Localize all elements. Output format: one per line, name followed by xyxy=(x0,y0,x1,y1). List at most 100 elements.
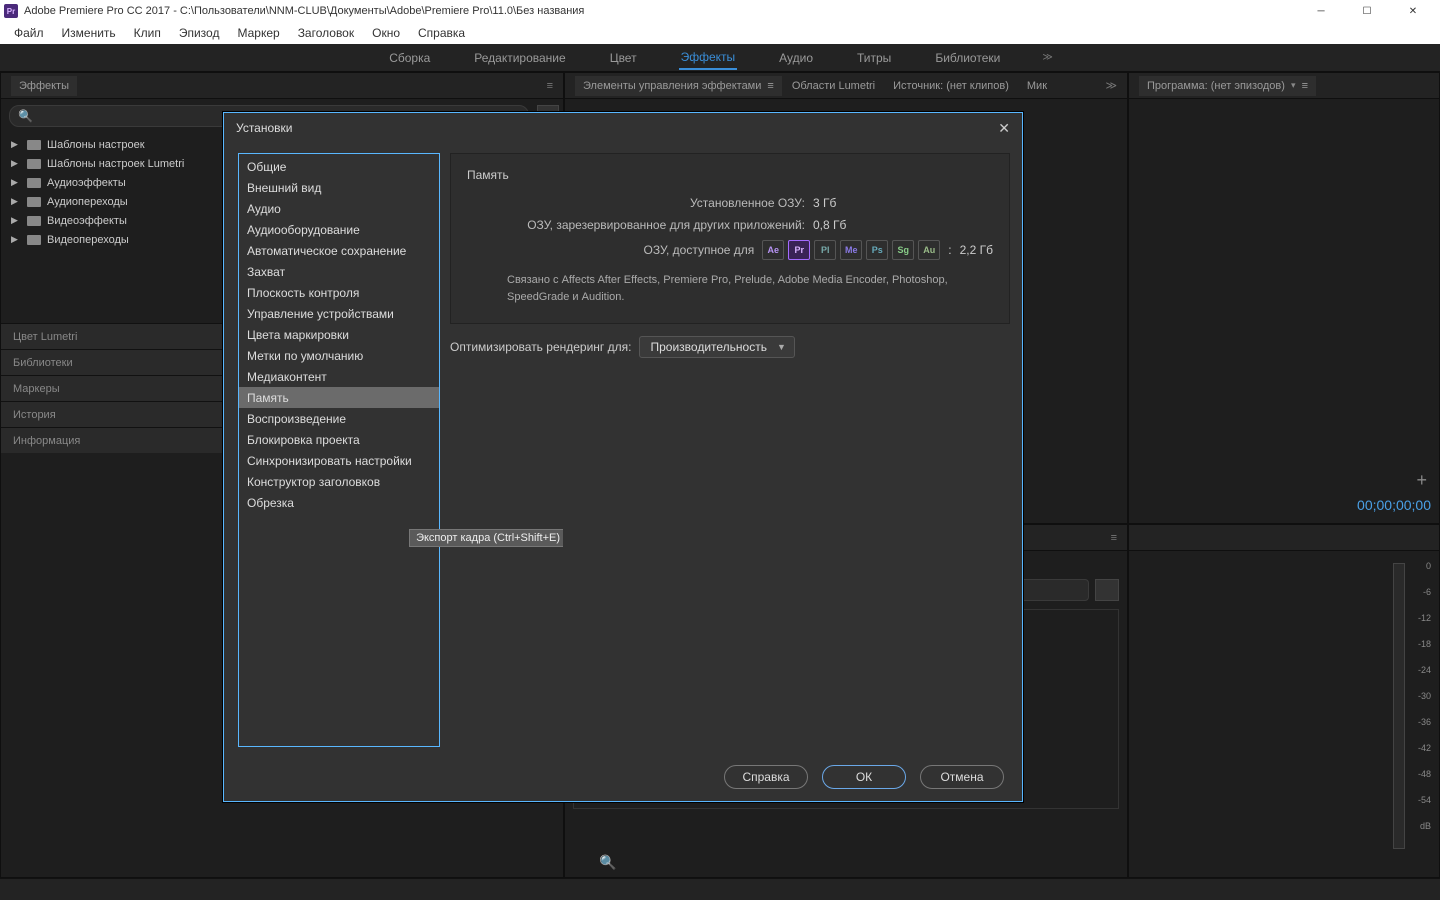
overflow-icon[interactable]: ≫ xyxy=(1105,79,1117,92)
folder-icon xyxy=(27,216,41,226)
app-badge-me: Me xyxy=(840,240,862,260)
folder-icon xyxy=(27,159,41,169)
program-panel: Программа: (нет эпизодов) ▾ ≡ 00;00;00;0… xyxy=(1128,72,1440,524)
workspace-tab[interactable]: Сборка xyxy=(387,47,432,69)
workspace-tab[interactable]: Титры xyxy=(855,47,893,69)
panel-menu-icon[interactable]: ≡ xyxy=(547,80,553,92)
meter-tick: 0 xyxy=(1426,561,1431,571)
pref-category[interactable]: Общие xyxy=(239,156,439,177)
pref-category[interactable]: Аудио xyxy=(239,198,439,219)
pref-category[interactable]: Воспроизведение xyxy=(239,408,439,429)
pref-category[interactable]: Метки по умолчанию xyxy=(239,345,439,366)
pref-category[interactable]: Плоскость контроля xyxy=(239,282,439,303)
installed-ram-value: 3 Гб xyxy=(813,196,993,210)
panel-menu-icon[interactable]: ≡ xyxy=(1111,532,1117,544)
twisty-icon: ▶ xyxy=(11,139,21,150)
twisty-icon: ▶ xyxy=(11,196,21,207)
twisty-icon: ▶ xyxy=(11,234,21,245)
memory-note: Связано с Affects After Effects, Premier… xyxy=(467,268,993,305)
meter-tick: -36 xyxy=(1418,717,1431,727)
source-tab[interactable]: Мик xyxy=(1019,76,1055,96)
close-button[interactable]: ✕ xyxy=(1390,0,1436,22)
zoom-icon[interactable]: 🔍 xyxy=(599,854,616,871)
workspace-tab[interactable]: Аудио xyxy=(777,47,815,69)
cancel-button[interactable]: Отмена xyxy=(920,765,1004,789)
menu-заголовок[interactable]: Заголовок xyxy=(290,24,362,42)
program-tab-label: Программа: (нет эпизодов) xyxy=(1147,80,1285,92)
meter-tick: -12 xyxy=(1418,613,1431,623)
menu-маркер[interactable]: Маркер xyxy=(229,24,287,42)
pref-category[interactable]: Автоматическое сохранение xyxy=(239,240,439,261)
menu-клип[interactable]: Клип xyxy=(126,24,169,42)
optimize-dropdown[interactable]: Производительность ▼ xyxy=(639,336,794,358)
meter-tick: dB xyxy=(1420,821,1431,831)
title-bar: Pr Adobe Premiere Pro CC 2017 - C:\Польз… xyxy=(0,0,1440,22)
chevron-down-icon: ▼ xyxy=(777,342,786,352)
menu-справка[interactable]: Справка xyxy=(410,24,473,42)
pref-category[interactable]: Синхронизировать настройки xyxy=(239,450,439,471)
menu-файл[interactable]: Файл xyxy=(6,24,52,42)
overflow-icon[interactable]: ≫ xyxy=(1042,52,1052,63)
workspace-tab[interactable]: Эффекты xyxy=(679,46,738,70)
tree-label: Шаблоны настроек xyxy=(47,139,145,151)
workspace-tab[interactable]: Редактирование xyxy=(472,47,567,69)
meter-tick: -30 xyxy=(1418,691,1431,701)
app-badge-pr: Pr xyxy=(788,240,810,260)
meter-tick: -18 xyxy=(1418,639,1431,649)
ok-button[interactable]: ОК xyxy=(822,765,906,789)
twisty-icon: ▶ xyxy=(11,215,21,226)
add-button[interactable]: + xyxy=(1416,470,1427,491)
available-ram-label: ОЗУ, доступное для xyxy=(467,243,762,257)
tooltip: Экспорт кадра (Ctrl+Shift+E) xyxy=(409,529,564,547)
workspace-tab[interactable]: Библиотеки xyxy=(933,47,1002,69)
optimize-value: Производительность xyxy=(650,340,766,354)
pref-category[interactable]: Цвета маркировки xyxy=(239,324,439,345)
reserved-ram-label: ОЗУ, зарезервированное для других прилож… xyxy=(467,218,813,232)
group-title: Память xyxy=(467,168,993,182)
minimize-button[interactable]: ─ xyxy=(1298,0,1344,22)
pref-category[interactable]: Аудиооборудование xyxy=(239,219,439,240)
menu-эпизод[interactable]: Эпизод xyxy=(171,24,228,42)
preferences-categories: ОбщиеВнешний видАудиоАудиооборудованиеАв… xyxy=(238,153,440,747)
audio-meter: 0-6-12-18-24-30-36-42-48-54dB xyxy=(1389,555,1417,867)
workspace-tabs: Сборка Редактирование Цвет Эффекты Аудио Титр… xyxy=(0,44,1440,72)
source-panel-tabs: Элементы управления эффектами ≡Области L… xyxy=(565,73,1127,99)
installed-ram-label: Установленное ОЗУ: xyxy=(467,196,813,210)
twisty-icon: ▶ xyxy=(11,177,21,188)
folder-icon xyxy=(27,235,41,245)
pref-category[interactable]: Управление устройствами xyxy=(239,303,439,324)
tree-label: Видеоэффекты xyxy=(47,215,127,227)
pref-category[interactable]: Обрезка xyxy=(239,492,439,513)
meter-tick: -42 xyxy=(1418,743,1431,753)
meter-tick: -6 xyxy=(1423,587,1431,597)
app-icon: Pr xyxy=(4,4,18,18)
maximize-button[interactable]: ☐ xyxy=(1344,0,1390,22)
timeline-panel: 0-6-12-18-24-30-36-42-48-54dB xyxy=(1128,524,1440,878)
program-timecode: 00;00;00;00 xyxy=(1357,497,1431,513)
reserved-ram-value[interactable]: 0,8 xyxy=(813,218,830,232)
dialog-close-button[interactable]: ✕ xyxy=(998,120,1010,137)
app-badge-ps: Ps xyxy=(866,240,888,260)
pref-category[interactable]: Конструктор заголовков xyxy=(239,471,439,492)
project-filter-button[interactable] xyxy=(1095,579,1119,601)
optimize-label: Оптимизировать рендеринг для: xyxy=(450,340,631,354)
workspace-tab[interactable]: Цвет xyxy=(608,47,639,69)
source-tab[interactable]: Области Lumetri xyxy=(784,76,883,96)
pref-category[interactable]: Блокировка проекта xyxy=(239,429,439,450)
source-tab[interactable]: Источник: (нет клипов) xyxy=(885,76,1017,96)
tree-label: Аудиопереходы xyxy=(47,196,128,208)
pref-category[interactable]: Захват xyxy=(239,261,439,282)
preferences-dialog: Установки ✕ ОбщиеВнешний видАудиоАудиооб… xyxy=(223,112,1023,802)
source-tab[interactable]: Элементы управления эффектами ≡ xyxy=(575,76,782,96)
menu-изменить[interactable]: Изменить xyxy=(54,24,124,42)
status-bar xyxy=(0,878,1440,900)
pref-category[interactable]: Медиаконтент xyxy=(239,366,439,387)
help-button[interactable]: Справка xyxy=(724,765,808,789)
pref-category[interactable]: Внешний вид xyxy=(239,177,439,198)
effects-tab[interactable]: Эффекты xyxy=(11,76,77,96)
colon: : xyxy=(948,243,951,257)
folder-icon xyxy=(27,197,41,207)
pref-category[interactable]: Память xyxy=(239,387,439,408)
program-tab[interactable]: Программа: (нет эпизодов) ▾ ≡ xyxy=(1139,76,1316,96)
menu-окно[interactable]: Окно xyxy=(364,24,408,42)
